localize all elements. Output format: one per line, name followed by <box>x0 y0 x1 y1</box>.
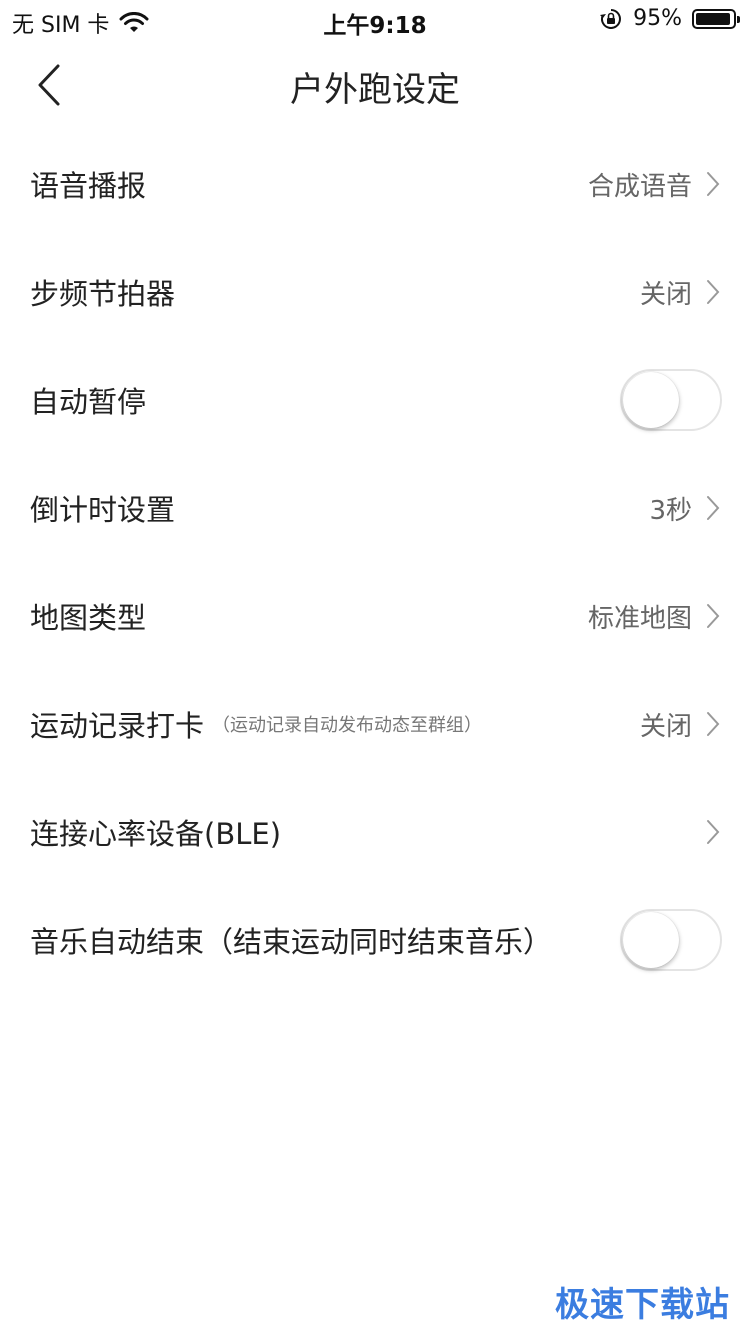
page-title: 户外跑设定 <box>290 70 460 110</box>
setting-right <box>706 819 720 845</box>
setting-right: 关闭 <box>640 706 720 743</box>
setting-sublabel: （运动记录自动发布动态至群组） <box>212 715 483 736</box>
setting-right <box>620 369 722 431</box>
settings-list: 语音播报 合成语音 步频节拍器 关闭 自动暂停 倒计时设置 3秒 地图类型 标准… <box>0 130 750 994</box>
chevron-right-icon <box>707 280 720 304</box>
setting-value: 关闭 <box>639 711 692 742</box>
setting-value: 合成语音 <box>587 171 692 202</box>
setting-value: 3秒 <box>649 495 692 526</box>
auto-pause-toggle[interactable] <box>620 369 722 431</box>
setting-label: 倒计时设置 <box>30 493 176 527</box>
setting-right: 关闭 <box>640 274 720 311</box>
music-auto-stop-toggle[interactable] <box>620 909 722 971</box>
chevron-right-icon <box>707 712 720 736</box>
toggle-knob <box>623 372 679 428</box>
status-right-group: 95% <box>599 6 740 31</box>
setting-right: 合成语音 <box>588 166 720 203</box>
setting-label: 连接心率设备(BLE) <box>30 817 282 851</box>
watermark-logo: 极速下载站 <box>555 1285 730 1325</box>
chevron-right-icon <box>707 172 720 196</box>
setting-voice-broadcast[interactable]: 语音播报 合成语音 <box>0 130 750 238</box>
setting-music-auto-stop: 音乐自动结束（结束运动同时结束音乐） <box>0 886 750 994</box>
setting-auto-pause: 自动暂停 <box>0 346 750 454</box>
toggle-knob <box>623 912 679 968</box>
setting-right <box>620 909 722 971</box>
rotation-lock-icon <box>600 8 622 29</box>
setting-countdown[interactable]: 倒计时设置 3秒 <box>0 454 750 562</box>
setting-label: 地图类型 <box>30 601 147 635</box>
setting-label: 自动暂停 <box>30 385 147 419</box>
setting-heart-rate-device[interactable]: 连接心率设备(BLE) <box>0 778 750 886</box>
setting-label: 音乐自动结束（结束运动同时结束音乐） <box>30 925 553 959</box>
setting-record-checkin[interactable]: 运动记录打卡 （运动记录自动发布动态至群组） 关闭 <box>0 670 750 778</box>
status-bar: 无 SIM 卡 上午9:18 95% <box>0 0 750 40</box>
setting-map-type[interactable]: 地图类型 标准地图 <box>0 562 750 670</box>
setting-value: 关闭 <box>639 279 692 310</box>
setting-label: 步频节拍器 <box>30 277 176 311</box>
chevron-right-icon <box>707 820 720 844</box>
setting-right: 标准地图 <box>588 598 720 635</box>
setting-right: 3秒 <box>649 490 720 527</box>
chevron-right-icon <box>707 496 720 520</box>
nav-bar: 户外跑设定 <box>0 40 750 130</box>
setting-label: 语音播报 <box>30 169 147 203</box>
setting-value: 标准地图 <box>587 603 692 634</box>
chevron-right-icon <box>707 604 720 628</box>
setting-label: 运动记录打卡 <box>30 709 205 743</box>
battery-fill <box>696 12 731 25</box>
battery-percent: 95% <box>633 6 682 31</box>
battery-icon <box>692 8 740 29</box>
setting-metronome[interactable]: 步频节拍器 关闭 <box>0 238 750 346</box>
